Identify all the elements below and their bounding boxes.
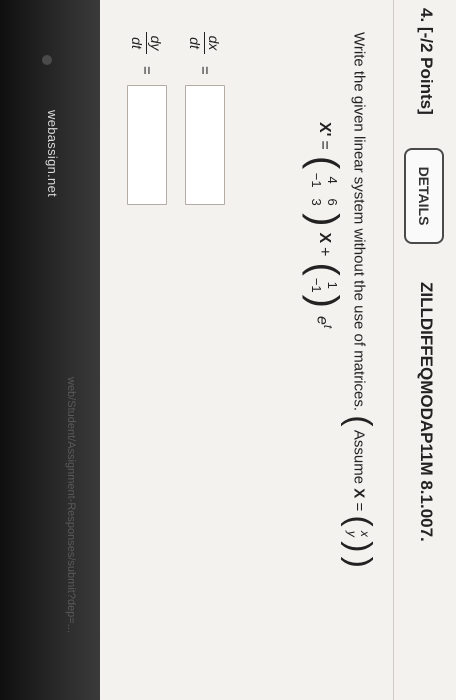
plus-sign: + — [316, 247, 333, 257]
system-equation: X' = ( 4 6 −1 3 ) X + ( 1 −1 ) et — [302, 122, 346, 328]
coefficient-matrix: 4 6 −1 3 — [308, 171, 340, 211]
matrix-close-paren: ) — [302, 213, 346, 227]
url-text[interactable]: webassign.net — [40, 110, 60, 470]
vector-top: x — [358, 530, 373, 537]
vector-close-paren: ) — [340, 541, 378, 553]
lock-icon — [42, 55, 52, 65]
matrix-cell: 6 — [325, 198, 340, 206]
open-paren: ( — [340, 415, 378, 427]
details-button[interactable]: DETAILS — [404, 148, 444, 244]
lhs-variable: X' — [316, 122, 333, 137]
forcing-top: 1 — [325, 281, 340, 289]
equals-sign: = — [316, 140, 333, 150]
dx-numerator: dx — [206, 35, 223, 51]
forcing-bottom: −1 — [309, 277, 324, 293]
dy-equals: = — [138, 66, 156, 75]
dx-equals: = — [196, 66, 214, 75]
problem-code: ZILLDIFFEQMODAP11M 8.1.007. — [417, 282, 436, 542]
forcing-vector: 1 −1 — [308, 278, 340, 293]
matrix-cell: 4 — [325, 176, 340, 184]
vector-bottom: y — [345, 530, 360, 537]
assume-vector: x y — [345, 530, 373, 537]
dy-denominator: dt — [129, 37, 146, 49]
dx-row: dx dt = — [180, 32, 230, 205]
question-number: 4. [-/2 Points] — [416, 8, 436, 115]
url-path: web/Student/Assignment-Responses/submit?… — [65, 377, 77, 633]
question-header: 4. [-/2 Points] DETAILS ZILLDIFFEQMODAP1… — [393, 0, 456, 700]
close-paren: ) — [340, 556, 378, 568]
exp-power: t — [321, 324, 336, 329]
vector-open-paren: ( — [340, 515, 378, 527]
matrix-cell: 3 — [309, 198, 324, 206]
dx-dt-fraction: dx dt — [188, 32, 223, 54]
fraction-bar — [146, 32, 148, 54]
forcing-close-paren: ) — [302, 294, 346, 308]
instruction-sentence: Write the given linear system without th… — [350, 32, 368, 412]
x-vector-variable: X — [316, 232, 333, 244]
dy-numerator: dy — [148, 35, 165, 51]
question-panel: 4. [-/2 Points] DETAILS ZILLDIFFEQMODAP1… — [100, 0, 456, 700]
browser-address-bar: webassign.net web/Student/Assignment-Res… — [0, 0, 100, 700]
dy-row: dy dt = — [122, 32, 172, 205]
assume-word: Assume — [350, 429, 368, 485]
matrix-cell: −1 — [309, 172, 324, 188]
forcing-open-paren: ( — [302, 262, 346, 276]
exp-base: e — [313, 315, 331, 325]
dy-dt-fraction: dy dt — [130, 32, 165, 54]
fraction-bar — [204, 32, 206, 54]
question-points: [-/2 Points] — [417, 26, 436, 115]
dy-answer-input[interactable] — [127, 84, 167, 205]
page-content: 4. [-/2 Points] DETAILS ZILLDIFFEQMODAP1… — [100, 0, 456, 700]
dx-answer-input[interactable] — [185, 84, 225, 205]
exponential-term: et — [313, 316, 335, 328]
dx-denominator: dt — [187, 37, 204, 49]
matrix-open-paren: ( — [302, 155, 346, 170]
question-index: 4. — [417, 8, 436, 23]
assume-variable: X — [350, 488, 368, 499]
assume-equals: = — [350, 502, 368, 512]
